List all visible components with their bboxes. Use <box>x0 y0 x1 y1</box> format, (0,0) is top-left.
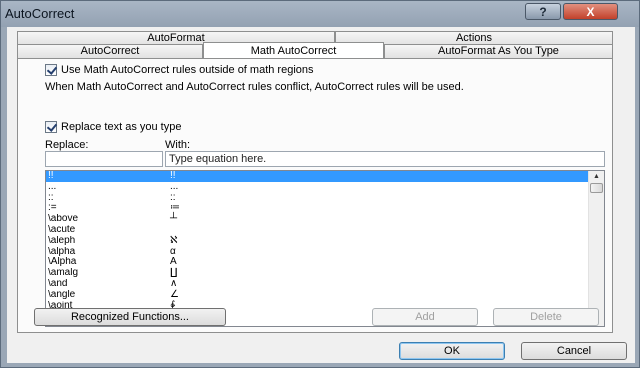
list-item[interactable]: :::: <box>46 192 589 204</box>
tab-autoformat-as-you-type[interactable]: AutoFormat As You Type <box>384 44 613 59</box>
ok-button[interactable]: OK <box>399 342 505 360</box>
list-item[interactable]: \angle ∠ <box>46 288 589 301</box>
help-button[interactable]: ? <box>525 3 561 20</box>
with-cell: ┴ <box>170 213 178 225</box>
scroll-up-icon[interactable]: ▲ <box>589 171 604 182</box>
replacement-list[interactable]: !!!!......:::::= ≔ \above ┴ \acute \aleph ℵ \al… <box>45 170 605 327</box>
scroll-thumb[interactable] <box>590 183 603 193</box>
replace-cell: :: <box>48 192 54 203</box>
window-title: AutoCorrect <box>5 6 75 21</box>
close-button[interactable]: X <box>563 3 618 20</box>
with-cell: ℵ <box>170 234 178 246</box>
autocorrect-dialog: AutoCorrect ? X AutoFormat Actions AutoC… <box>0 0 640 368</box>
replacement-rows: !!!!......:::::= ≔ \above ┴ \acute \aleph ℵ \al… <box>46 171 589 326</box>
add-button[interactable]: Add <box>372 308 478 326</box>
dialog-body: AutoFormat Actions AutoCorrect Math Auto… <box>7 27 635 363</box>
close-icon: X <box>586 4 595 19</box>
replace-cell: !! <box>48 171 54 181</box>
replace-cell: \angle <box>48 289 76 300</box>
with-column-label: With: <box>165 139 191 151</box>
list-item[interactable]: ...... <box>46 180 589 193</box>
replace-column-label: Replace: <box>45 139 89 151</box>
list-item[interactable]: \Alpha A <box>46 257 589 268</box>
replace-cell: ... <box>48 181 57 192</box>
vertical-scrollbar[interactable]: ▲ ▼ <box>588 171 604 326</box>
tab-row-front: AutoCorrect Math AutoCorrect AutoFormat … <box>17 42 613 60</box>
delete-button[interactable]: Delete <box>493 308 599 326</box>
replace-input[interactable] <box>45 151 163 167</box>
use-outside-label: Use Math AutoCorrect rules outside of ma… <box>61 64 314 76</box>
list-item[interactable]: := ≔ <box>46 203 589 214</box>
with-input[interactable]: Type equation here. <box>165 151 605 167</box>
use-outside-option[interactable]: Use Math AutoCorrect rules outside of ma… <box>45 64 314 76</box>
use-outside-checkbox[interactable] <box>45 64 57 76</box>
replace-cell: \acute <box>48 224 76 235</box>
help-icon: ? <box>539 4 547 19</box>
replace-cell: \and <box>48 278 68 289</box>
list-item[interactable]: \acute <box>46 225 589 236</box>
with-cell: ∠ <box>170 288 179 300</box>
tab-autocorrect[interactable]: AutoCorrect <box>17 44 203 59</box>
with-cell: ... <box>170 180 179 192</box>
replace-text-option[interactable]: Replace text as you type <box>45 121 181 133</box>
list-item[interactable]: \alpha α <box>46 246 589 258</box>
replace-text-label: Replace text as you type <box>61 121 182 133</box>
list-item[interactable]: \and ∧ <box>46 278 589 290</box>
replace-cell: \amalg <box>48 268 79 279</box>
list-item[interactable]: \aleph ℵ <box>46 234 589 247</box>
replace-cell: \Alpha <box>48 257 77 268</box>
list-item[interactable]: \above ┴ <box>46 213 589 225</box>
list-item[interactable]: \amalg ∐ <box>46 267 589 279</box>
cancel-button[interactable]: Cancel <box>521 342 627 360</box>
math-autocorrect-panel: Use Math AutoCorrect rules outside of ma… <box>17 58 613 333</box>
conflict-note: When Math AutoCorrect and AutoCorrect ru… <box>45 81 464 93</box>
replace-cell: \above <box>48 214 79 225</box>
replace-cell: \aleph <box>48 235 76 246</box>
replace-cell: \alpha <box>48 246 76 257</box>
list-item[interactable]: !!!! <box>46 171 589 182</box>
replace-text-checkbox[interactable] <box>45 121 57 133</box>
replace-cell: := <box>48 203 57 214</box>
recognized-functions-button[interactable]: Recognized Functions... <box>34 308 226 326</box>
title-bar[interactable]: AutoCorrect ? X <box>1 1 639 27</box>
